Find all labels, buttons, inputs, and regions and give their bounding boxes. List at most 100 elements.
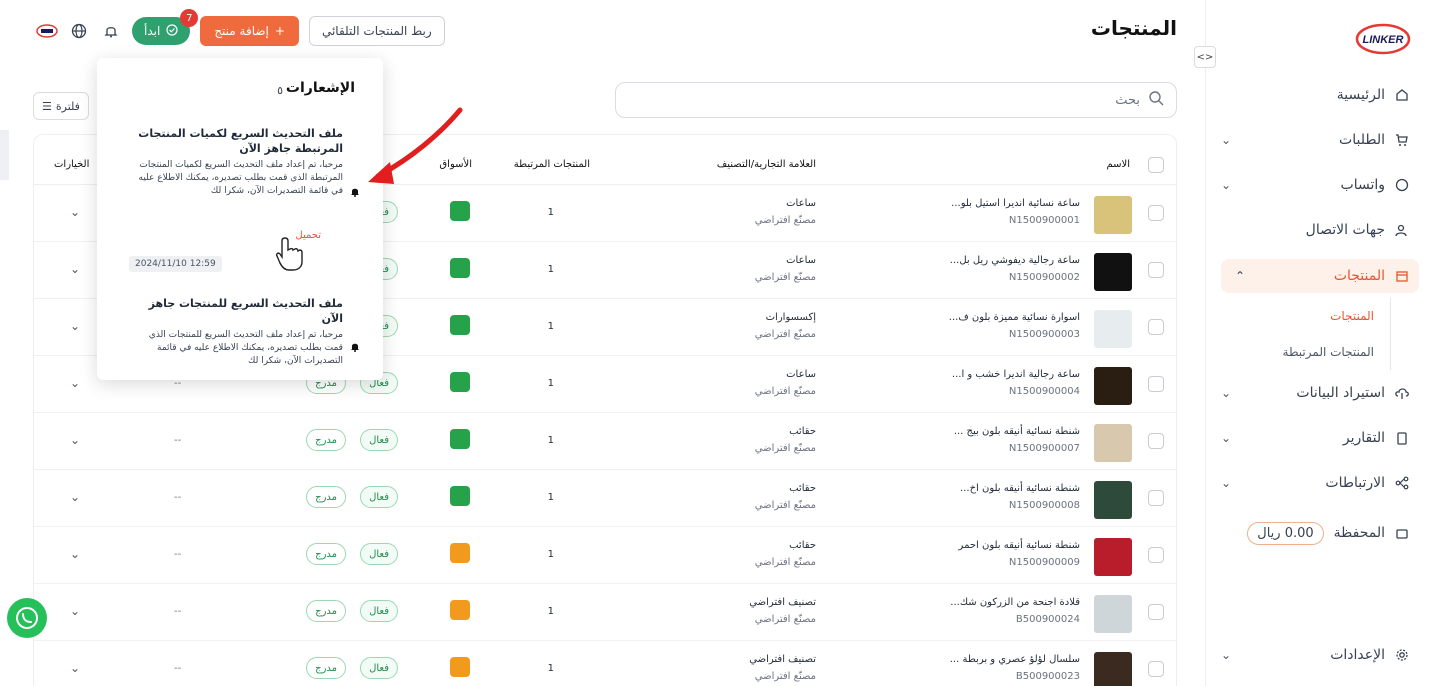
chevron-down-icon[interactable]: ⌄ (70, 604, 80, 618)
chevron-down-icon[interactable]: ⌄ (70, 319, 80, 333)
subnav-item-products[interactable]: المنتجات (1241, 298, 1374, 334)
sidebar-item-integrations[interactable]: الارتباطات ⌄ (1221, 466, 1411, 500)
hand-cursor-icon (276, 237, 303, 271)
whatsapp-icon (450, 429, 470, 449)
amazon-icon (450, 657, 470, 677)
gear-icon (1393, 646, 1411, 664)
row-extra-value: -- (174, 549, 182, 560)
sidebar-item-contacts[interactable]: جهات الاتصال (1221, 213, 1411, 247)
sidebar-item-settings[interactable]: الإعدادات ⌄ (1221, 638, 1411, 672)
whatsapp-float-button[interactable] (7, 598, 47, 638)
table-row[interactable]: شنطة نسائية أنيقه بلون بيج ... N150090000… (34, 413, 1176, 470)
bell-icon[interactable] (100, 20, 122, 42)
product-name[interactable]: اسوارة نسائية مميزة بلون ف... (949, 312, 1080, 323)
sidebar-item-label: الطلبات (1339, 132, 1385, 148)
row-checkbox[interactable] (1148, 319, 1164, 335)
product-name[interactable]: شنطة نسائية أنيقه بلون احمر (959, 540, 1080, 551)
product-manufacturer: مصنّع افتراضي (754, 500, 816, 511)
row-checkbox[interactable] (1148, 547, 1164, 563)
start-button[interactable]: ابدأ 7 (132, 9, 199, 45)
whatsapp-icon (1393, 176, 1411, 194)
sidebar-item-products[interactable]: المنتجات ⌃ (1221, 259, 1419, 293)
search-input[interactable]: بحث (615, 82, 1177, 118)
chevron-down-icon: ⌄ (1221, 133, 1232, 147)
linker-mini-logo[interactable] (36, 24, 58, 38)
add-product-label: إضافة منتج (214, 24, 269, 38)
table-row[interactable]: شنطة نسائية أنيقه بلون اخ... N1500900008 ح… (34, 470, 1176, 527)
status-badge: فعال (360, 429, 398, 451)
notification-item[interactable]: ملف التحديث السريع لكميات المنتجات المرت… (128, 126, 343, 198)
chevron-down-icon[interactable]: ⌄ (70, 547, 80, 561)
globe-icon[interactable] (68, 20, 90, 42)
sidebar-item-wallet[interactable]: المحفظة 0.00 ريال (1221, 516, 1411, 550)
table-row[interactable]: سلسال لؤلؤ عصري و بربطة ... B500900023 تصن… (34, 641, 1176, 686)
chevron-down-icon[interactable]: ⌄ (70, 262, 80, 276)
product-name[interactable]: ساعة نسائية انديرا استيل بلو... (951, 198, 1080, 209)
row-checkbox[interactable] (1148, 262, 1164, 278)
linker-logo[interactable]: LINKER (1355, 22, 1411, 56)
linked-count: 1 (547, 549, 554, 560)
product-thumbnail (1094, 196, 1132, 234)
whatsapp-icon (450, 486, 470, 506)
sidebar-item-home[interactable]: الرئيسية (1221, 78, 1411, 112)
product-sku: N1500900009 (1008, 557, 1080, 568)
sidebar-item-label: المنتجات (1333, 268, 1385, 284)
subnav-item-linked-products[interactable]: المنتجات المرتبطة (1241, 334, 1374, 370)
row-extra-value: -- (174, 435, 182, 446)
sidebar-item-label: الإعدادات (1330, 647, 1385, 663)
table-row[interactable]: قلادة اجنحة من الزركون شك... B500900024 تص… (34, 584, 1176, 641)
notification-item[interactable]: ملف التحديث السريع للمنتجات جاهز الآن مر… (128, 296, 343, 368)
product-name[interactable]: شنطة نسائية أنيقه بلون بيج ... (954, 426, 1080, 437)
product-name[interactable]: ساعة رجالية ديفوشي ريل بل... (950, 255, 1080, 266)
product-name[interactable]: ساعة رجالية انديرا خشب و ا... (952, 369, 1080, 380)
linked-count: 1 (547, 264, 554, 275)
notification-body: مرحبا، تم إعداد ملف التحديث السريع للمنت… (148, 330, 343, 366)
chevron-down-icon[interactable]: ⌄ (70, 490, 80, 504)
product-manufacturer: مصنّع افتراضي (754, 329, 816, 340)
row-checkbox[interactable] (1148, 604, 1164, 620)
sidebar-item-whatsapp[interactable]: واتساب ⌄ (1221, 168, 1411, 202)
row-checkbox[interactable] (1148, 376, 1164, 392)
product-name[interactable]: قلادة اجنحة من الزركون شك... (950, 597, 1080, 608)
chevron-down-icon[interactable]: ⌄ (70, 433, 80, 447)
chevron-down-icon[interactable]: ⌄ (70, 205, 80, 219)
product-name[interactable]: سلسال لؤلؤ عصري و بربطة ... (950, 654, 1080, 665)
product-manufacturer: مصنّع افتراضي (754, 443, 816, 454)
bell-icon (351, 188, 359, 197)
plus-icon: + (274, 24, 285, 38)
auto-link-products-button[interactable]: ربط المنتجات التلقائي (308, 16, 445, 46)
column-linked: المنتجات المرتبطة (513, 159, 590, 170)
notifications-title: الإشعارات (285, 80, 355, 96)
product-sku: N1500900007 (1008, 443, 1080, 454)
contacts-icon (1393, 221, 1411, 239)
product-brand: إكسسوارات (765, 312, 816, 323)
row-checkbox[interactable] (1148, 490, 1164, 506)
chevron-down-icon[interactable]: ⌄ (70, 661, 80, 675)
sidebar-item-orders[interactable]: الطلبات ⌄ (1221, 123, 1411, 157)
table-row[interactable]: شنطة نسائية أنيقه بلون احمر N1500900009 حق… (34, 527, 1176, 584)
wallet-balance: 0.00 ريال (1247, 521, 1324, 545)
product-thumbnail (1094, 310, 1132, 348)
sidebar-item-import[interactable]: استيراد البيانات ⌄ (1221, 376, 1411, 410)
add-product-button[interactable]: إضافة منتج + (200, 16, 299, 46)
product-name[interactable]: شنطة نسائية أنيقه بلون اخ... (960, 483, 1080, 494)
cart-icon (1393, 131, 1411, 149)
linked-count: 1 (547, 606, 554, 617)
filter-button[interactable]: فلترة ☰ (33, 92, 89, 120)
select-all-checkbox[interactable] (1148, 157, 1164, 173)
sidebar-item-reports[interactable]: التقارير ⌄ (1221, 421, 1411, 455)
check-circle-icon (166, 23, 178, 39)
row-checkbox[interactable] (1148, 433, 1164, 449)
notification-title: ملف التحديث السريع لكميات المنتجات المرت… (138, 127, 343, 155)
bell-icon (351, 343, 359, 352)
collapse-sidebar-button[interactable]: <> (1194, 46, 1216, 68)
product-manufacturer: مصنّع افتراضي (754, 272, 816, 283)
row-extra-value: -- (174, 663, 182, 674)
linked-count: 1 (547, 378, 554, 389)
chevron-down-icon[interactable]: ⌄ (70, 376, 80, 390)
amazon-icon (450, 600, 470, 620)
listed-badge: مدرج (306, 486, 346, 508)
row-checkbox[interactable] (1148, 205, 1164, 221)
search-placeholder: بحث (1115, 92, 1140, 108)
row-checkbox[interactable] (1148, 661, 1164, 677)
